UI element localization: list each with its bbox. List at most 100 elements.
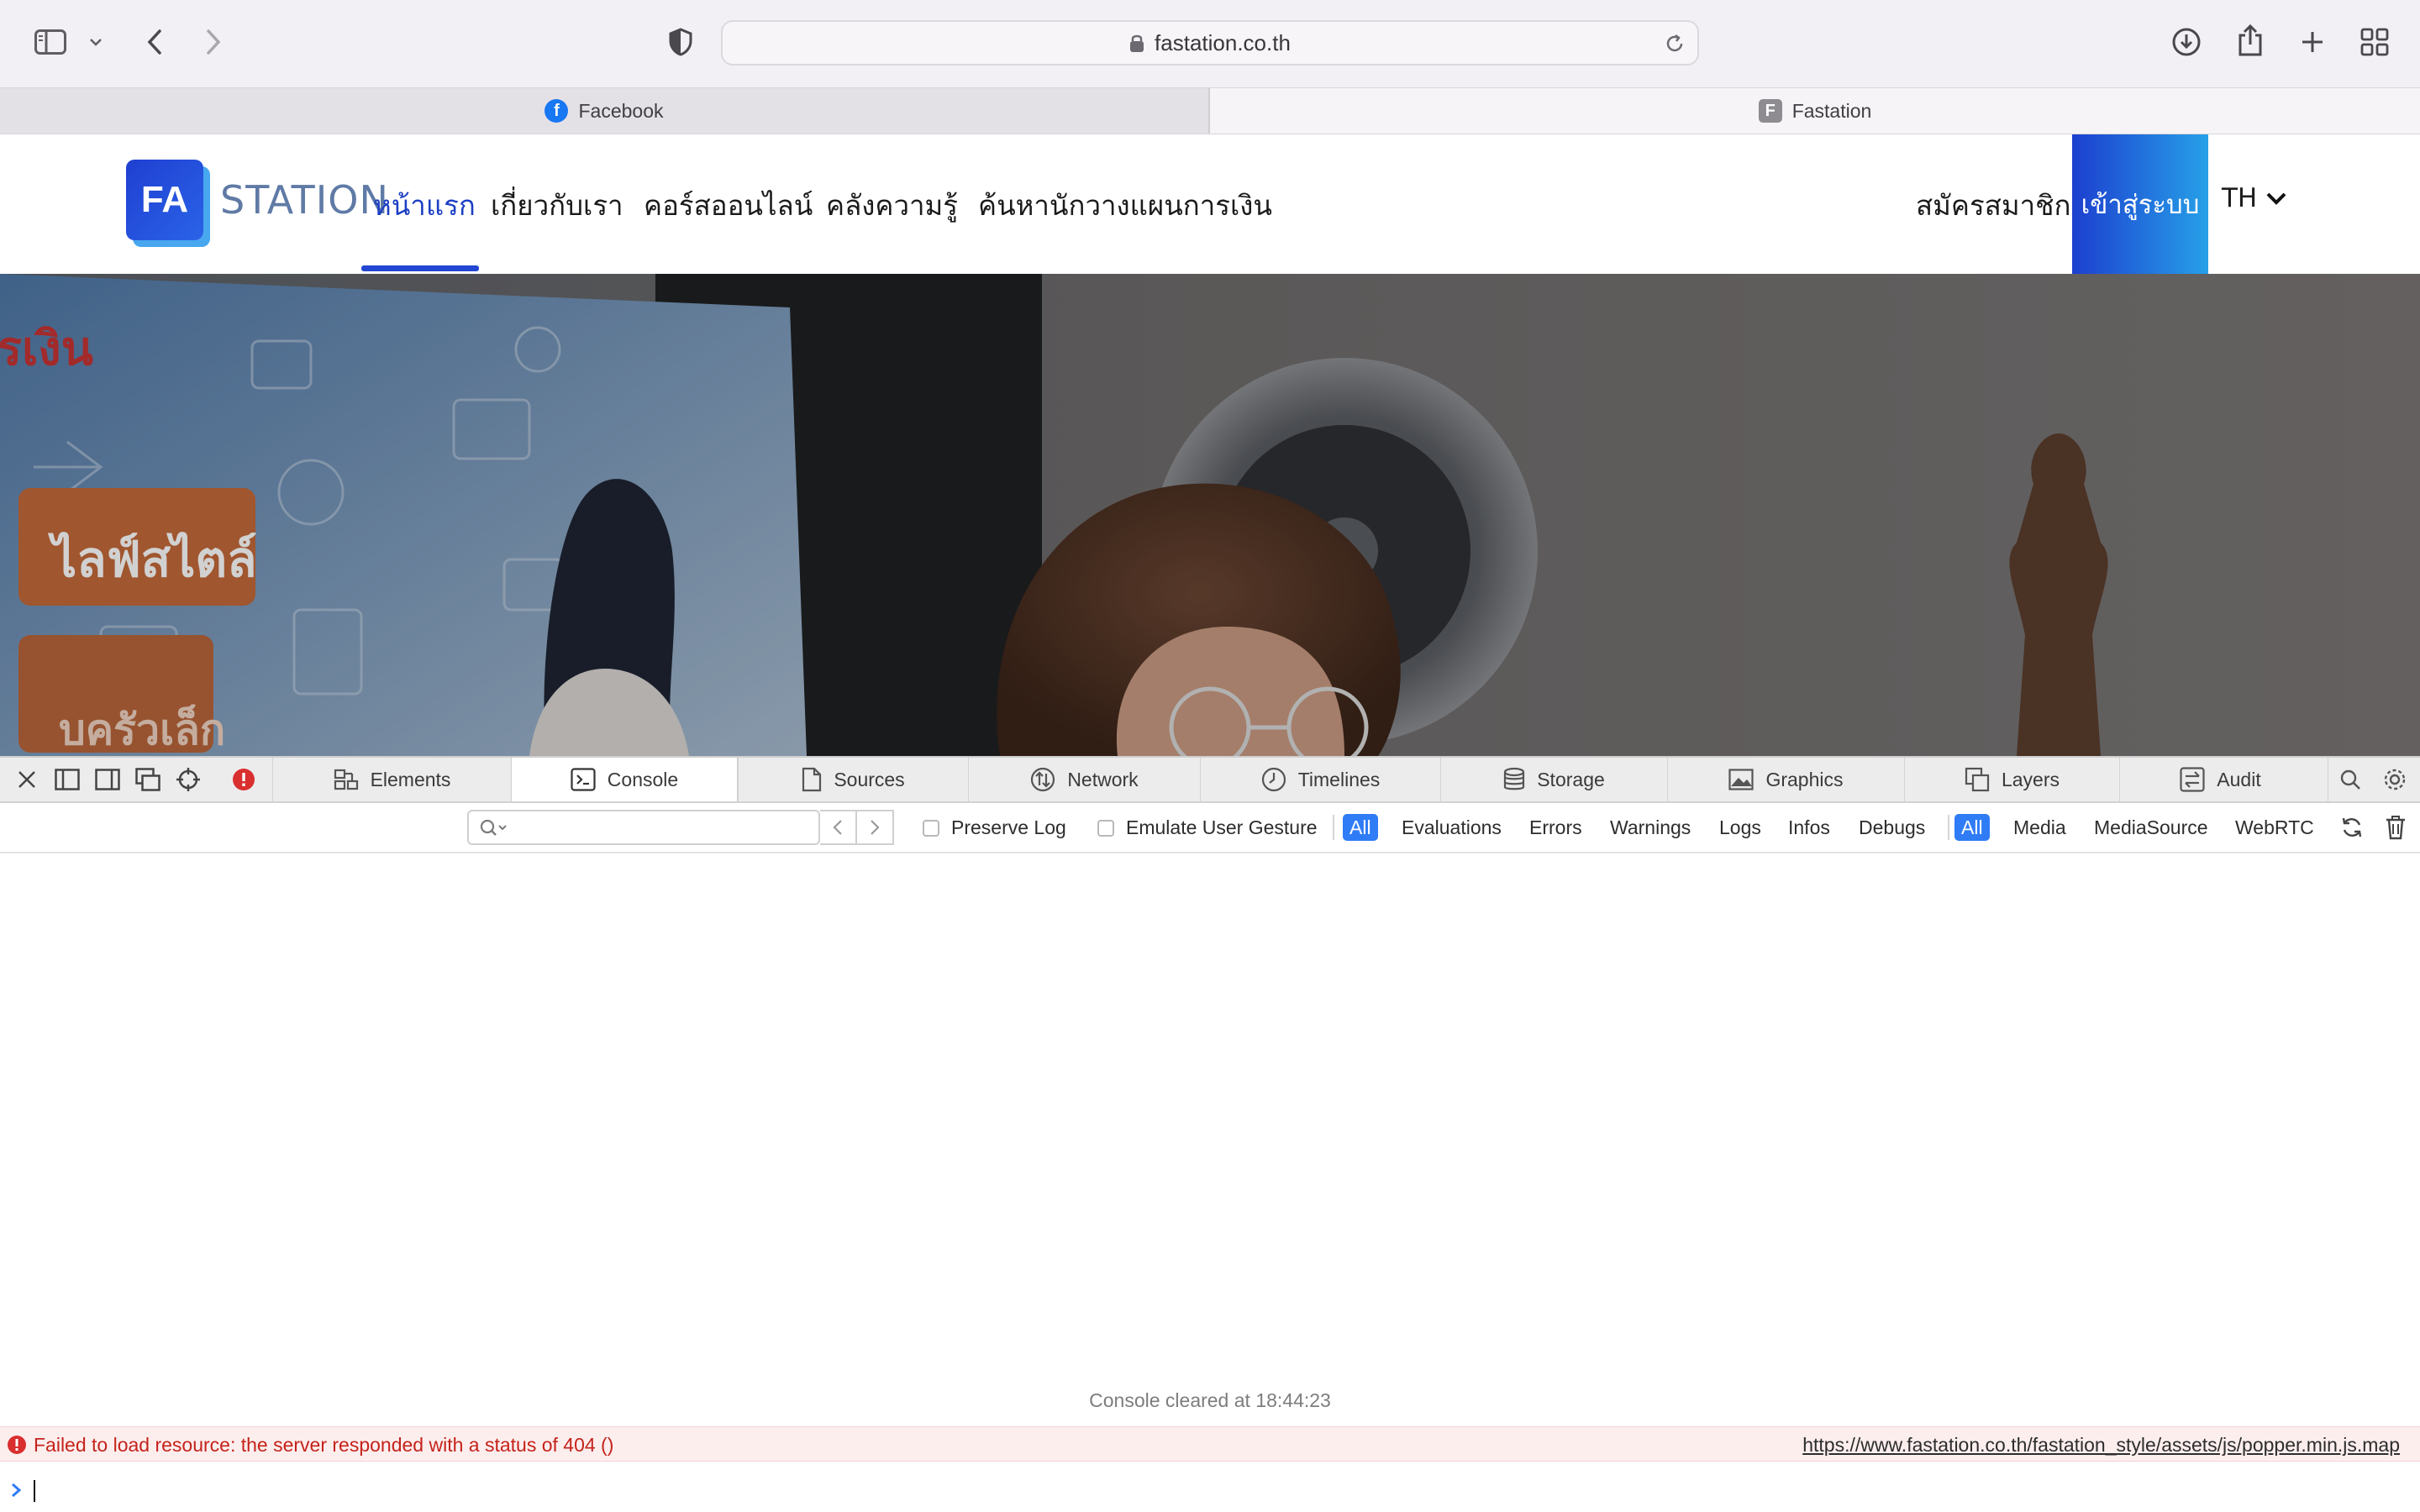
tab-overview-icon[interactable]: [2358, 25, 2391, 59]
tab-title: Facebook: [578, 99, 664, 122]
tab-graphics[interactable]: Graphics: [1667, 758, 1904, 801]
close-icon[interactable]: [12, 758, 42, 801]
emulate-gesture-checkbox[interactable]: Emulate User Gesture: [1097, 816, 1318, 839]
sources-icon: [802, 767, 822, 792]
tab-label: Network: [1067, 768, 1139, 790]
nav-online-courses[interactable]: คอร์สออนไลน์: [644, 183, 813, 228]
tab-title: Fastation: [1791, 99, 1872, 122]
fastation-logo[interactable]: FA STATION: [126, 160, 389, 240]
tab-fastation[interactable]: F Fastation: [1210, 88, 2420, 134]
language-selector[interactable]: TH: [2222, 183, 2287, 213]
filter-level-all[interactable]: All: [1343, 814, 1378, 841]
tab-label: Console: [607, 768, 679, 790]
gear-icon[interactable]: [2375, 758, 2415, 801]
tab-label: Graphics: [1765, 768, 1844, 790]
filter-mediasource[interactable]: MediaSource: [2087, 814, 2215, 841]
filter-errors[interactable]: Errors: [1523, 814, 1589, 841]
error-indicator-icon[interactable]: [229, 758, 259, 801]
checkbox-box: [1097, 819, 1114, 837]
dock-right-icon[interactable]: [92, 758, 123, 801]
preserve-log-checkbox[interactable]: Preserve Log: [923, 816, 1066, 839]
filter-warnings[interactable]: Warnings: [1603, 814, 1697, 841]
console-output: [0, 853, 2420, 1512]
login-button[interactable]: เข้าสู่ระบบ: [2072, 134, 2208, 274]
fastation-favicon: F: [1758, 99, 1782, 123]
error-source-link[interactable]: https://www.fastation.co.th/fastation_st…: [1802, 1434, 2400, 1457]
element-picker-icon[interactable]: [173, 758, 203, 801]
history-forward-icon[interactable]: [857, 811, 892, 843]
dock-bottom-icon[interactable]: [52, 758, 82, 801]
site-header: FA STATION หน้าแรก เกี่ยวกับเรา คอร์สออน…: [0, 134, 2420, 274]
elements-icon: [334, 769, 358, 790]
tab-layers[interactable]: Layers: [1904, 758, 2119, 801]
tab-elements[interactable]: Elements: [272, 758, 511, 801]
checkbox-box: [923, 819, 939, 837]
back-icon[interactable]: [138, 25, 171, 59]
nav-home[interactable]: หน้าแรก: [373, 183, 476, 228]
chevron-down-icon: [2265, 191, 2287, 206]
filter-webrtc[interactable]: WebRTC: [2228, 814, 2321, 841]
checkbox-label: Preserve Log: [951, 816, 1066, 838]
console-filter-bar: Preserve Log Emulate User Gesture All Ev…: [0, 803, 2420, 853]
tab-label: Audit: [2217, 768, 2261, 790]
tab-label: Elements: [370, 768, 451, 790]
filter-infos[interactable]: Infos: [1781, 814, 1837, 841]
tab-audit[interactable]: Audit: [2119, 758, 2321, 801]
history-back-icon[interactable]: [820, 811, 857, 843]
hero-photo: ไลฟ์สไตล์ รเงิน บครัวเล็ก: [0, 274, 2420, 756]
devtools-tab-bar: Elements Console Sources Network Timelin…: [0, 756, 2420, 803]
tab-timelines[interactable]: Timelines: [1200, 758, 1440, 801]
tab-strip: f Facebook F Fastation: [0, 87, 2420, 134]
nav-about[interactable]: เกี่ยวกับเรา: [491, 183, 623, 228]
language-label: TH: [2222, 183, 2258, 213]
filter-source-all[interactable]: All: [1954, 814, 1990, 841]
console-prompt[interactable]: [0, 1473, 2420, 1507]
tab-console[interactable]: Console: [511, 758, 738, 801]
forward-icon[interactable]: [197, 25, 230, 59]
browser-toolbar: fastation.co.th: [0, 0, 2420, 87]
url-text: fastation.co.th: [1155, 29, 1291, 55]
console-icon: [571, 768, 596, 791]
share-icon[interactable]: [2233, 22, 2267, 59]
console-cleared-message: Console cleared at 18:44:23: [1089, 1389, 1331, 1411]
downloads-icon[interactable]: [2170, 25, 2203, 59]
chevron-down-icon[interactable]: [84, 30, 108, 54]
reload-console-icon[interactable]: [2339, 815, 2365, 840]
facebook-icon: f: [544, 99, 569, 123]
checkbox-label: Emulate User Gesture: [1126, 816, 1318, 838]
filter-media[interactable]: Media: [2007, 814, 2073, 841]
timelines-icon: [1261, 767, 1286, 792]
prompt-caret: [34, 1480, 35, 1502]
clear-console-icon[interactable]: [2385, 815, 2407, 840]
reload-icon[interactable]: [1664, 33, 1686, 55]
nav-knowledge[interactable]: คลังความรู้: [826, 183, 958, 228]
network-icon: [1031, 767, 1055, 792]
tab-label: Layers: [2001, 768, 2060, 790]
tab-storage[interactable]: Storage: [1440, 758, 1667, 801]
hero-banner: ไลฟ์สไตล์ รเงิน บครัวเล็ก: [0, 274, 2420, 756]
nav-active-indicator: [361, 265, 479, 271]
lock-icon: [1129, 33, 1144, 53]
divider: [1333, 815, 1334, 840]
tab-label: Sources: [834, 768, 905, 790]
filter-debugs[interactable]: Debugs: [1852, 814, 1932, 841]
tab-label: Storage: [1537, 768, 1605, 790]
tab-facebook[interactable]: f Facebook: [0, 88, 1210, 134]
filter-evaluations[interactable]: Evaluations: [1395, 814, 1508, 841]
address-bar[interactable]: fastation.co.th: [721, 20, 1699, 66]
divider: [1948, 815, 1949, 840]
filter-logs[interactable]: Logs: [1712, 814, 1768, 841]
error-message: Failed to load resource: the server resp…: [34, 1434, 614, 1456]
nav-find-planner[interactable]: ค้นหานักวางแผนการเงิน: [978, 183, 1272, 228]
prompt-chevron-icon: [10, 1482, 22, 1499]
tab-network[interactable]: Network: [968, 758, 1200, 801]
privacy-shield-icon[interactable]: [664, 25, 697, 59]
register-link[interactable]: สมัครสมาชิก: [1916, 183, 2071, 228]
search-icon[interactable]: [2328, 758, 2372, 801]
layers-icon: [1965, 767, 1990, 792]
undock-icon[interactable]: [133, 758, 163, 801]
console-filter-input[interactable]: [467, 810, 820, 845]
sidebar-toggle-icon[interactable]: [34, 25, 67, 59]
tab-sources[interactable]: Sources: [738, 758, 968, 801]
new-tab-icon[interactable]: [2296, 25, 2329, 59]
